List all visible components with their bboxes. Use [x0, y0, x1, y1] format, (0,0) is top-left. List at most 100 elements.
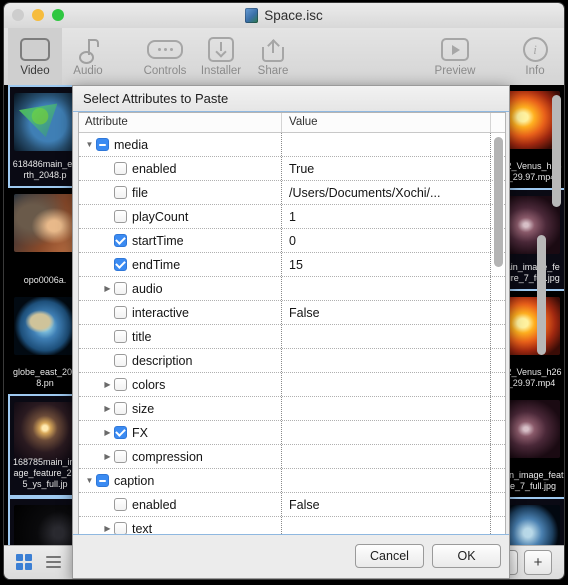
- toolbar-item-audio[interactable]: Audio: [62, 28, 114, 85]
- attribute-checkbox[interactable]: [114, 258, 127, 271]
- table-row[interactable]: ▶ text: [79, 517, 505, 535]
- attribute-checkbox[interactable]: [114, 306, 127, 319]
- chevron-right-icon[interactable]: ▶: [101, 524, 114, 533]
- value-cell[interactable]: [282, 445, 491, 468]
- thumbnail-image: [14, 93, 76, 151]
- chevron-right-icon[interactable]: ▶: [101, 284, 114, 293]
- table-row[interactable]: ▶ FX: [79, 421, 505, 445]
- list-item[interactable]: 618486main_earth_2048.p: [8, 85, 82, 188]
- chevron-right-icon[interactable]: ▶: [101, 428, 114, 437]
- table-row[interactable]: ▶ interactive False: [79, 301, 505, 325]
- chevron-down-icon[interactable]: ▼: [83, 476, 96, 485]
- window-title-group: Space.isc: [4, 3, 564, 28]
- value-cell[interactable]: [282, 421, 491, 444]
- attribute-checkbox[interactable]: [114, 450, 127, 463]
- table-row[interactable]: ▶ title: [79, 325, 505, 349]
- table-row[interactable]: ▼ caption: [79, 469, 505, 493]
- value-cell[interactable]: False: [282, 301, 491, 324]
- column-header-attribute[interactable]: Attribute: [79, 113, 282, 132]
- attribute-checkbox[interactable]: [114, 426, 127, 439]
- chevron-down-icon[interactable]: ▼: [83, 140, 96, 149]
- value-cell[interactable]: 1: [282, 205, 491, 228]
- main-window: Space.isc Video Audio Controls Installer: [4, 3, 564, 579]
- table-row[interactable]: ▶ description: [79, 349, 505, 373]
- attribute-checkbox[interactable]: [96, 474, 109, 487]
- column-header-value[interactable]: Value: [282, 113, 491, 132]
- table-row[interactable]: ▶ compression: [79, 445, 505, 469]
- attribute-checkbox[interactable]: [114, 210, 127, 223]
- disclosure-spacer: ▶: [101, 164, 114, 173]
- table-row[interactable]: ▶ endTime 15: [79, 253, 505, 277]
- attribute-label: text: [132, 521, 153, 535]
- main-toolbar: Video Audio Controls Installer Share Pre…: [4, 28, 564, 86]
- attribute-checkbox[interactable]: [114, 186, 127, 199]
- thumbnail-caption: globe_east_2048.pn: [12, 367, 78, 388]
- table-row[interactable]: ▼ media: [79, 133, 505, 157]
- attribute-checkbox[interactable]: [114, 330, 127, 343]
- value-cell[interactable]: True: [282, 157, 491, 180]
- attributes-table: Attribute Value ▼ media ▶enabledTrue▶file/…: [78, 112, 506, 535]
- attribute-label: media: [114, 137, 149, 152]
- ok-button[interactable]: OK: [432, 544, 501, 568]
- attribute-checkbox[interactable]: [114, 402, 127, 415]
- attribute-cell: ▶ file: [79, 181, 282, 204]
- attribute-checkbox[interactable]: [96, 138, 109, 151]
- value-cell[interactable]: [282, 469, 491, 492]
- toolbar-item-video[interactable]: Video: [8, 28, 62, 85]
- chevron-right-icon[interactable]: ▶: [101, 380, 114, 389]
- value-cell[interactable]: [282, 373, 491, 396]
- attribute-checkbox[interactable]: [114, 354, 127, 367]
- value-cell[interactable]: [282, 277, 491, 300]
- value-cell[interactable]: False: [282, 493, 491, 516]
- zoom-in-button[interactable]: +: [524, 550, 552, 575]
- attribute-checkbox[interactable]: [114, 498, 127, 511]
- attribute-cell: ▶ startTime: [79, 229, 282, 252]
- list-item[interactable]: opo0006a.: [8, 188, 82, 291]
- attribute-checkbox[interactable]: [114, 378, 127, 391]
- toolbar-item-share[interactable]: Share: [248, 28, 298, 85]
- browser-scrollbar[interactable]: [552, 89, 561, 519]
- disclosure-spacer: ▶: [101, 188, 114, 197]
- list-item[interactable]: 168785main_image_feature_255_ys_full.jp: [8, 394, 82, 497]
- toolbar-label-installer: Installer: [200, 64, 242, 77]
- table-row[interactable]: ▶ colors: [79, 373, 505, 397]
- table-row[interactable]: ▶ enabled False: [79, 493, 505, 517]
- toolbar-item-controls[interactable]: Controls: [135, 28, 195, 85]
- value-cell[interactable]: /Users/Documents/Xochi/...: [282, 181, 491, 204]
- attribute-checkbox[interactable]: [114, 282, 127, 295]
- table-row[interactable]: ▶ file/Users/Documents/Xochi/...: [79, 181, 505, 205]
- attribute-cell: ▶ audio: [79, 277, 282, 300]
- attribute-cell: ▶ compression: [79, 445, 282, 468]
- attribute-label: title: [132, 329, 152, 344]
- thumbnail-image: [14, 194, 76, 252]
- toolbar-item-installer[interactable]: Installer: [192, 28, 250, 85]
- value-cell[interactable]: [282, 397, 491, 420]
- list-view-icon[interactable]: [44, 552, 63, 571]
- table-row[interactable]: ▶ enabled True: [79, 157, 505, 181]
- value-cell[interactable]: 0: [282, 229, 491, 252]
- cancel-button[interactable]: Cancel: [355, 544, 424, 568]
- table-row[interactable]: ▶ audio: [79, 277, 505, 301]
- value-cell[interactable]: [282, 325, 491, 348]
- grid-view-icon[interactable]: [14, 552, 33, 571]
- value-cell[interactable]: [282, 517, 491, 534]
- thumbnail-caption: 618486main_earth_2048.p: [12, 159, 78, 180]
- table-row[interactable]: ▶ playCount 1: [79, 205, 505, 229]
- attribute-checkbox[interactable]: [114, 162, 127, 175]
- value-cell[interactable]: [282, 349, 491, 372]
- value-cell[interactable]: [282, 133, 491, 156]
- list-item[interactable]: globe_east_2048.pn: [8, 291, 82, 394]
- toolbar-item-info[interactable]: i Info: [510, 28, 560, 85]
- chevron-right-icon[interactable]: ▶: [101, 404, 114, 413]
- table-row[interactable]: ▶ startTime 0: [79, 229, 505, 253]
- chevron-right-icon[interactable]: ▶: [101, 452, 114, 461]
- table-scrollbar[interactable]: [494, 137, 503, 527]
- select-attributes-dialog: Select Attributes to Paste Attribute Val…: [72, 85, 510, 579]
- document-icon: [245, 8, 259, 23]
- attribute-cell: ▶ description: [79, 349, 282, 372]
- toolbar-item-preview[interactable]: Preview: [422, 28, 488, 85]
- browser-scrollbar-inner[interactable]: [537, 235, 546, 355]
- value-cell[interactable]: 15: [282, 253, 491, 276]
- table-row[interactable]: ▶ size: [79, 397, 505, 421]
- attribute-checkbox[interactable]: [114, 234, 127, 247]
